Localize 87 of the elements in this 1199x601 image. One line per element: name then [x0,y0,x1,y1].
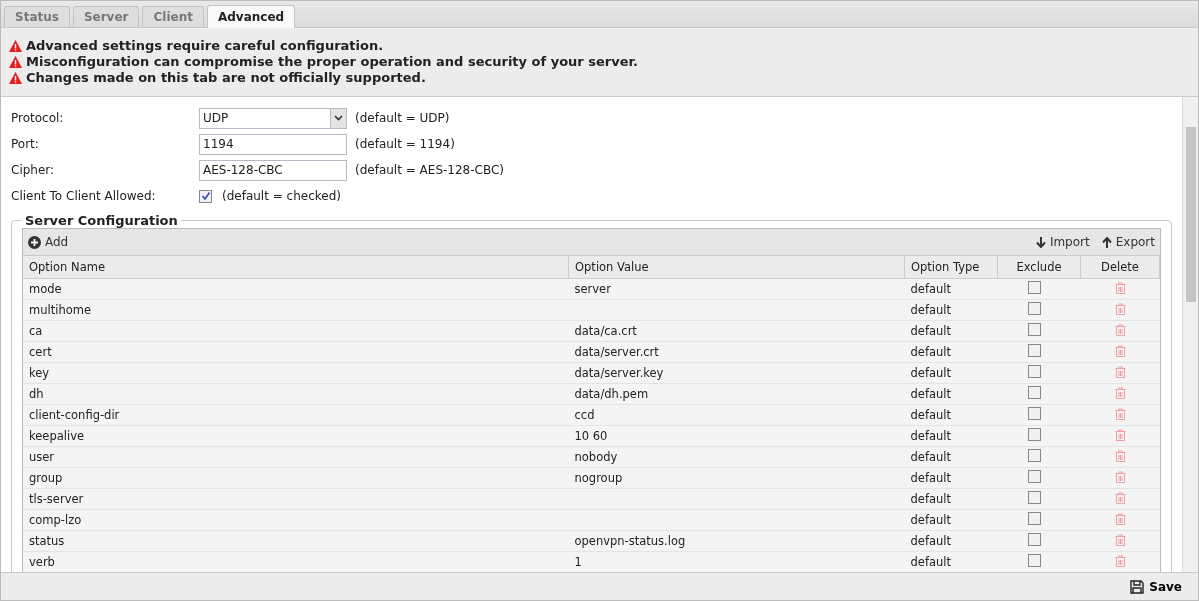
default-hint: (default = checked) [222,189,341,203]
field-label: Protocol: [11,111,65,125]
table-cell: verb [23,551,569,572]
table-cell: key [23,362,569,384]
import-button[interactable]: Import [1035,235,1090,249]
trash-icon[interactable] [1114,533,1126,546]
checkbox[interactable] [1027,344,1041,357]
field-label: Port: [11,137,40,151]
column-header: Option Type [904,256,998,279]
trash-icon[interactable] [1114,470,1126,483]
table-cell: openvpn-status.log [568,530,905,552]
column-header: Delete [1080,256,1160,279]
table-cell: 1 [568,551,905,572]
trash-icon[interactable] [1114,323,1126,336]
save-button[interactable]: Save [1124,578,1188,595]
trash-icon[interactable] [1114,281,1126,294]
warning-text: Changes made on this tab are not officially supported. [26,70,426,85]
column-header: Option Name [23,256,569,279]
table-cell: 10 60 [568,425,905,447]
trash-icon[interactable] [1114,302,1126,315]
table-cell: nobody [568,446,905,468]
checkbox[interactable] [1027,365,1041,378]
checkbox[interactable] [1027,281,1041,294]
checkbox[interactable] [1027,470,1041,483]
column-header: Exclude [997,256,1081,279]
table-cell: data/server.key [568,362,905,384]
checkbox[interactable] [1027,428,1041,441]
warning-icon [9,39,22,52]
trash-icon[interactable] [1114,449,1126,462]
warning-text: Misconfiguration can compromise the proper operation and security of your server. [26,54,638,69]
trash-icon[interactable] [1114,407,1126,420]
table-cell: data/ca.crt [568,320,905,342]
trash-icon[interactable] [1114,365,1126,378]
checkbox[interactable] [1027,554,1041,567]
arrow-up-icon [1101,236,1112,248]
table-cell: tls-server [23,488,569,510]
tab[interactable]: Advanced [206,5,296,28]
input-field[interactable]: AES-128-CBC [199,159,347,181]
field-label: Cipher: [11,163,56,177]
table-cell: server [568,278,905,300]
table-cell: nogroup [568,467,905,489]
table-cell: client-config-dir [23,404,569,426]
trash-icon[interactable] [1114,512,1126,525]
input-field[interactable]: 1194 [199,133,347,155]
table-cell: user [23,446,569,468]
table-cell: status [23,530,569,552]
default-hint: (default = AES-128-CBC) [355,163,505,177]
table-cell: ca [23,320,569,342]
caret-icon [334,115,343,121]
table-cell: cert [23,341,569,363]
checkbox[interactable] [199,189,212,203]
default-hint: (default = UDP) [355,111,450,125]
table-cell: multihome [23,299,569,321]
section-title: Server Configuration [24,213,179,228]
trash-icon[interactable] [1114,344,1126,357]
checkbox[interactable] [1027,512,1041,525]
table-cell: data/dh.pem [568,383,905,405]
protocol-select[interactable]: UDP [199,107,347,129]
table-cell: dh [23,383,569,405]
table-cell: comp-lzo [23,509,569,531]
column-header: Option Value [568,256,905,279]
warning-icon [9,55,22,68]
checkbox[interactable] [1027,323,1041,336]
checkbox[interactable] [1027,533,1041,546]
checkbox[interactable] [1027,386,1041,399]
export-button[interactable]: Export [1101,235,1155,249]
table-cell: data/server.crt [568,341,905,363]
warning-icon [9,71,22,84]
field-label: Client To Client Allowed: [11,189,157,203]
trash-icon[interactable] [1114,554,1126,567]
trash-icon[interactable] [1114,428,1126,441]
table-cell: mode [23,278,569,300]
trash-icon[interactable] [1114,386,1126,399]
table-cell: group [23,467,569,489]
warning-text: Advanced settings require careful configuration. [26,38,384,53]
checkbox[interactable] [1027,302,1041,315]
plus-circle-icon [28,235,41,249]
checkbox[interactable] [1027,449,1041,462]
trash-icon[interactable] [1114,491,1126,504]
scrollbar[interactable] [1182,97,1198,572]
checkbox[interactable] [1027,407,1041,420]
checkbox[interactable] [1027,491,1041,504]
default-hint: (default = 1194) [355,137,455,151]
table-cell: ccd [568,404,905,426]
table-cell: keepalive [23,425,569,447]
arrow-down-icon [1035,236,1046,248]
add-button[interactable]: Add [28,235,69,249]
